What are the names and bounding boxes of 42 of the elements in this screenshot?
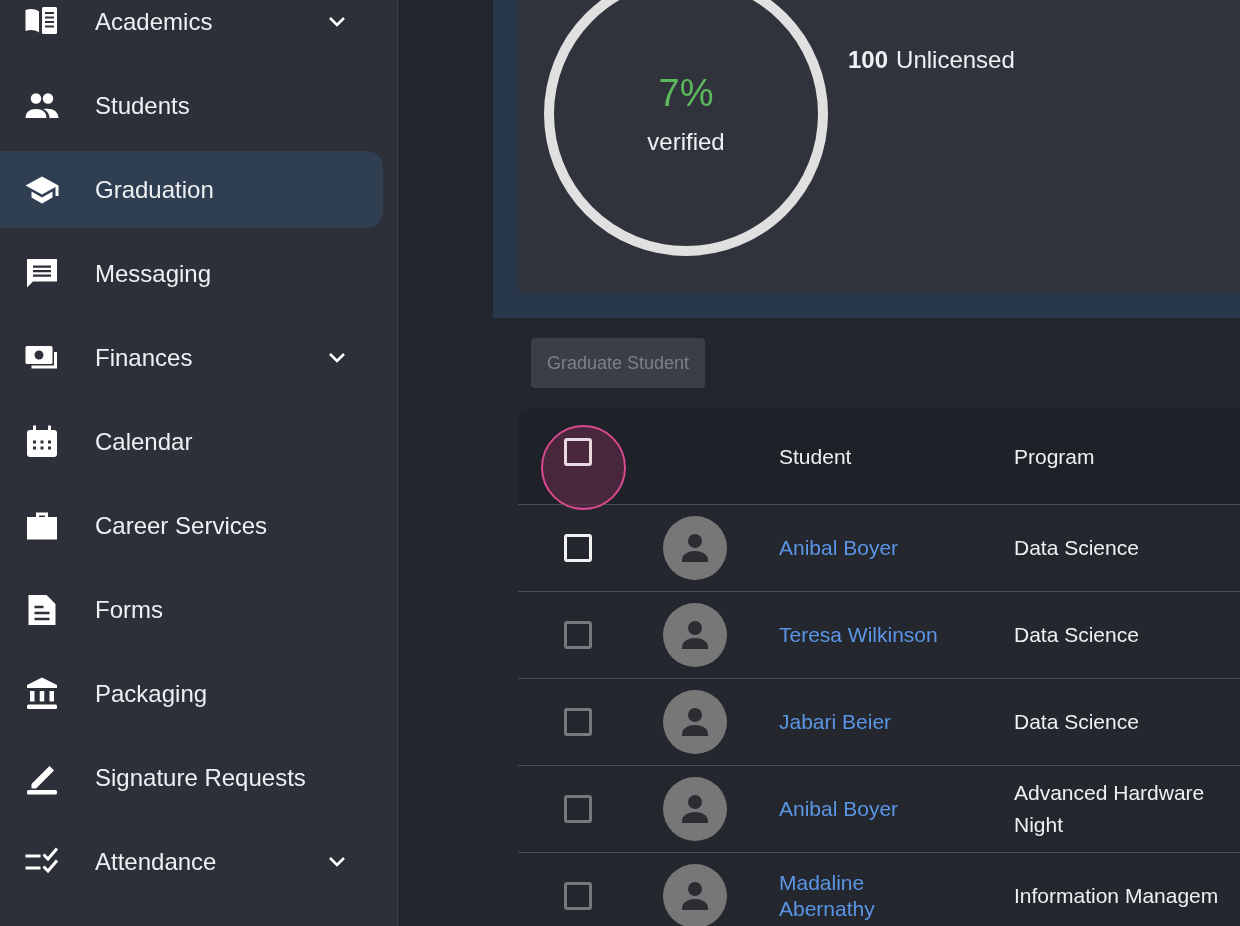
table-cell-text: Data Science: [1014, 535, 1139, 561]
sidebar-item[interactable]: Graduation: [0, 151, 383, 228]
avatar-icon: [663, 603, 727, 667]
column-header[interactable]: Student: [779, 440, 1014, 473]
sidebar-item[interactable]: Messaging: [0, 235, 383, 312]
column-header[interactable]: Program: [1014, 440, 1095, 473]
avatar-icon: [663, 516, 727, 580]
sidebar-item[interactable]: Students: [0, 67, 383, 144]
bank-icon: [24, 675, 60, 712]
sidebar-item[interactable]: Career Services: [0, 487, 383, 564]
avatar-icon: [663, 777, 727, 841]
table-row[interactable]: Anibal Boyer Advanced Hardware Night: [518, 766, 1240, 853]
table-row[interactable]: Teresa Wilkinson Data Science: [518, 592, 1240, 679]
table-cell-text: Data Science: [1014, 709, 1139, 735]
sidebar-item[interactable]: Signature Requests: [0, 739, 383, 816]
sidebar-item[interactable]: Academics: [0, 0, 383, 60]
student-link[interactable]: Anibal Boyer: [779, 796, 1014, 822]
stat-count: 100: [848, 45, 889, 75]
table-cell-text: Data Science: [1014, 622, 1139, 648]
checkbox[interactable]: [564, 708, 592, 736]
calendar-icon: [24, 423, 60, 460]
table-row[interactable]: Anibal Boyer Data Science: [518, 505, 1240, 592]
sidebar-item[interactable]: Calendar: [0, 403, 383, 480]
sidebar-item[interactable]: Forms: [0, 571, 383, 648]
student-link[interactable]: Teresa Wilkinson: [779, 622, 1014, 648]
student-link[interactable]: Madaline Abernathy: [779, 870, 1014, 922]
table-row[interactable]: Madaline Abernathy Information Managem: [518, 853, 1240, 926]
student-link[interactable]: Jabari Beier: [779, 709, 1014, 735]
avatar-icon: [663, 690, 727, 754]
table-cell-text: Advanced Hardware Night: [1014, 780, 1205, 838]
checkbox[interactable]: [564, 795, 592, 823]
sidebar-item[interactable]: Packaging: [0, 655, 383, 732]
checkbox[interactable]: [564, 882, 592, 910]
sidebar-item[interactable]: Finances: [0, 319, 383, 396]
percent-value: 7%: [658, 74, 714, 112]
student-link[interactable]: Anibal Boyer: [779, 535, 1014, 561]
stat-label: Unlicensed: [896, 45, 1015, 75]
percent-caption: verified: [647, 127, 725, 157]
table-row[interactable]: Jabari Beier Data Science: [518, 679, 1240, 766]
sidebar-item[interactable]: Attendance: [0, 823, 383, 900]
checkbox[interactable]: [564, 621, 592, 649]
table-cell-text: Information Managem: [1014, 883, 1219, 909]
